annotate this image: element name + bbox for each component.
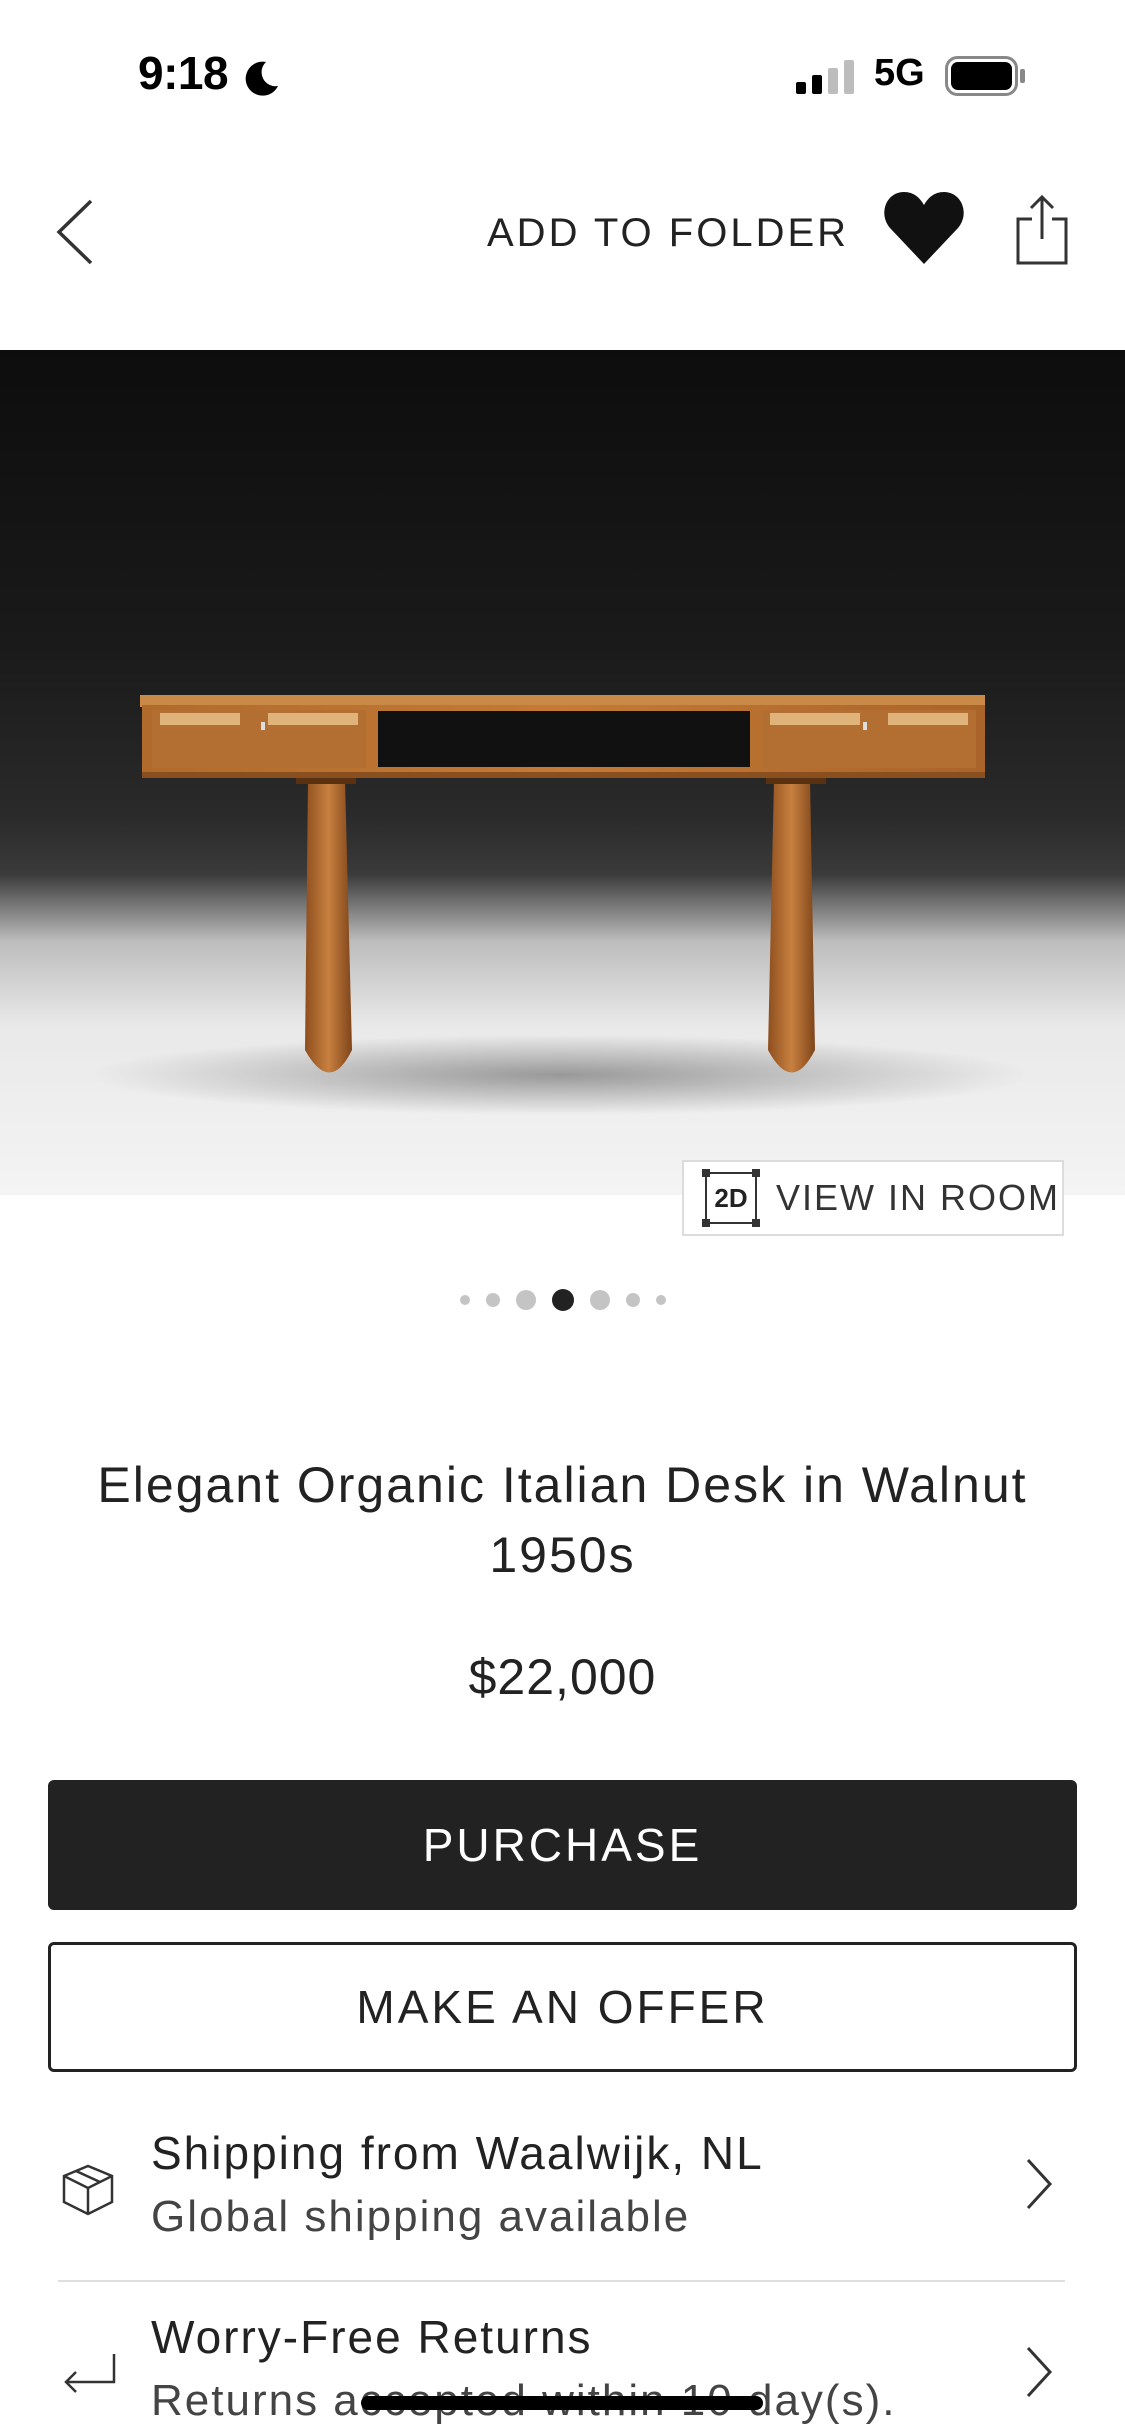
pagination-dot[interactable] xyxy=(459,1295,470,1305)
shipping-subtitle: Global shipping available xyxy=(151,2192,691,2241)
return-arrow-icon xyxy=(64,2354,116,2393)
view-in-room-button[interactable]: 2D VIEW IN ROOM xyxy=(682,1160,1064,1236)
pagination-dot[interactable] xyxy=(625,1293,640,1307)
nav-bar: ADD TO FOLDER xyxy=(0,150,1125,350)
share-button[interactable] xyxy=(1006,180,1078,280)
product-image[interactable] xyxy=(0,350,1125,1195)
make-offer-button[interactable]: MAKE AN OFFER xyxy=(48,1942,1077,2072)
view-in-room-label: VIEW IN ROOM xyxy=(776,1177,1060,1218)
status-bar: 9:18 5G xyxy=(0,0,1125,150)
network-label: 5G xyxy=(874,52,925,94)
battery-icon xyxy=(945,56,1025,96)
pagination-dot[interactable] xyxy=(485,1293,500,1307)
shipping-title: Shipping from Waalwijk, NL xyxy=(151,2127,764,2179)
chevron-left-icon xyxy=(56,199,93,265)
desk-photo xyxy=(90,695,1030,1115)
add-to-folder-button[interactable]: ADD TO FOLDER xyxy=(487,198,849,268)
product-title: Elegant Organic Italian Desk in Walnut 1… xyxy=(97,1457,1028,1583)
purchase-button[interactable]: PURCHASE xyxy=(48,1780,1077,1910)
heart-icon xyxy=(884,192,964,264)
image-pagination[interactable] xyxy=(0,1280,1125,1320)
back-button[interactable] xyxy=(40,182,110,282)
pagination-dot[interactable] xyxy=(589,1290,610,1310)
pagination-dot[interactable] xyxy=(655,1295,666,1305)
returns-row[interactable]: Worry-Free Returns Returns accepted with… xyxy=(48,2300,1078,2436)
chevron-right-icon xyxy=(1026,2158,1053,2210)
package-icon xyxy=(62,2164,114,2216)
chevron-right-icon xyxy=(1026,2346,1053,2398)
view-in-room-icon: 2D xyxy=(702,1169,760,1227)
status-time: 9:18 xyxy=(138,47,229,99)
moon-icon xyxy=(245,61,278,96)
product-price: $22,000 xyxy=(468,1649,657,1705)
pagination-dot[interactable] xyxy=(515,1290,536,1310)
share-icon xyxy=(1016,195,1068,265)
pagination-dot-active[interactable] xyxy=(551,1289,574,1311)
favorite-button[interactable] xyxy=(880,178,968,278)
signal-icon xyxy=(796,60,854,94)
shipping-row[interactable]: Shipping from Waalwijk, NL Global shippi… xyxy=(48,2110,1078,2270)
view-in-room-badge: 2D xyxy=(714,1183,748,1213)
home-indicator[interactable] xyxy=(361,2396,763,2410)
divider xyxy=(58,2280,1065,2282)
returns-title: Worry-Free Returns xyxy=(151,2311,593,2363)
